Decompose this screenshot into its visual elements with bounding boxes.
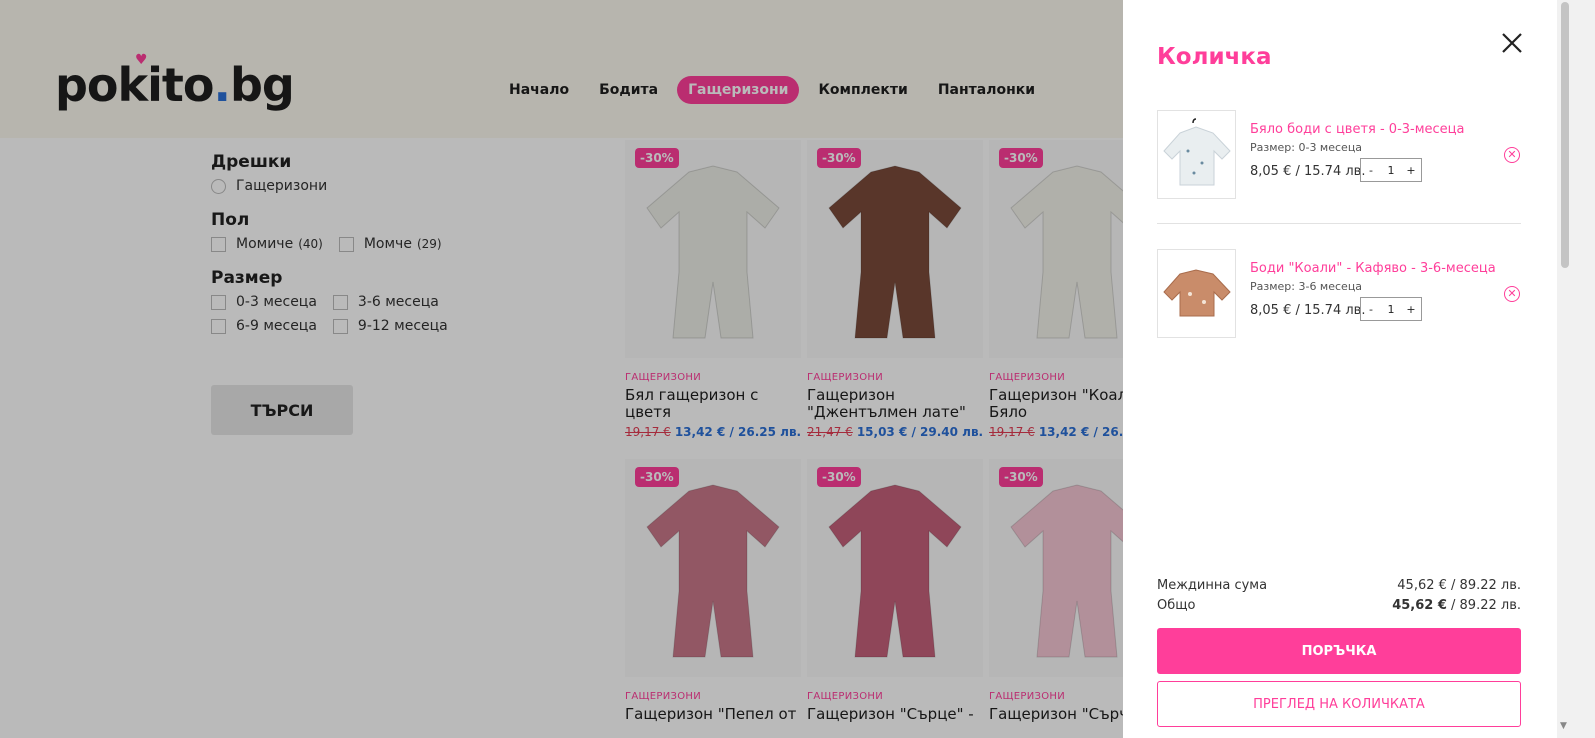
cart-item: Боди "Коали" - Кафяво - 3-6-месеца Разме… <box>1157 249 1521 339</box>
scroll-down-icon[interactable]: ▼ <box>1560 721 1567 731</box>
order-button[interactable]: ПОРЪЧКА <box>1157 628 1521 674</box>
quantity-stepper: - 1 + <box>1360 158 1422 182</box>
remove-item-icon[interactable]: ✕ <box>1504 147 1520 163</box>
quantity-stepper: - 1 + <box>1360 297 1422 321</box>
divider <box>1157 223 1521 224</box>
total-label: Общо <box>1157 598 1196 613</box>
cart-item-name[interactable]: Бяло боди с цветя - 0-3-месеца <box>1250 122 1465 137</box>
cart-drawer: Количка Бяло боди с цветя - 0-3-месеца Р… <box>1123 0 1557 738</box>
cart-item-price: 8,05 € / 15.74 лв. <box>1250 164 1366 179</box>
cart-item-name[interactable]: Боди "Коали" - Кафяво - 3-6-месеца <box>1250 261 1496 276</box>
cart-item-size: Размер: 0-3 месеца <box>1250 141 1363 154</box>
subtotal-value: 45,62 € / 89.22 лв. <box>1397 578 1521 593</box>
increase-button[interactable]: + <box>1401 303 1421 316</box>
cart-item: Бяло боди с цветя - 0-3-месеца Размер: 0… <box>1157 110 1521 200</box>
remove-item-icon[interactable]: ✕ <box>1504 286 1520 302</box>
decrease-button[interactable]: - <box>1361 303 1381 316</box>
quantity-input[interactable]: 1 <box>1381 303 1401 316</box>
scrollbar[interactable]: ▼ <box>1557 0 1595 738</box>
scrollbar-thumb[interactable] <box>1561 2 1569 268</box>
cart-title: Количка <box>1157 44 1272 70</box>
increase-button[interactable]: + <box>1401 164 1421 177</box>
cart-item-image[interactable] <box>1157 110 1236 199</box>
decrease-button[interactable]: - <box>1361 164 1381 177</box>
subtotal-row: Междинна сума 45,62 € / 89.22 лв. <box>1157 578 1521 593</box>
total-row: Общо 45,62 € / 89.22 лв. <box>1157 598 1521 613</box>
total-value: 45,62 € / 89.22 лв. <box>1392 598 1521 613</box>
cart-item-size: Размер: 3-6 месеца <box>1250 280 1363 293</box>
cart-item-price: 8,05 € / 15.74 лв. <box>1250 303 1366 318</box>
view-cart-button[interactable]: ПРЕГЛЕД НА КОЛИЧКАТА <box>1157 681 1521 727</box>
cart-item-image[interactable] <box>1157 249 1236 338</box>
close-icon[interactable] <box>1499 30 1525 56</box>
quantity-input[interactable]: 1 <box>1381 164 1401 177</box>
subtotal-label: Междинна сума <box>1157 578 1268 593</box>
